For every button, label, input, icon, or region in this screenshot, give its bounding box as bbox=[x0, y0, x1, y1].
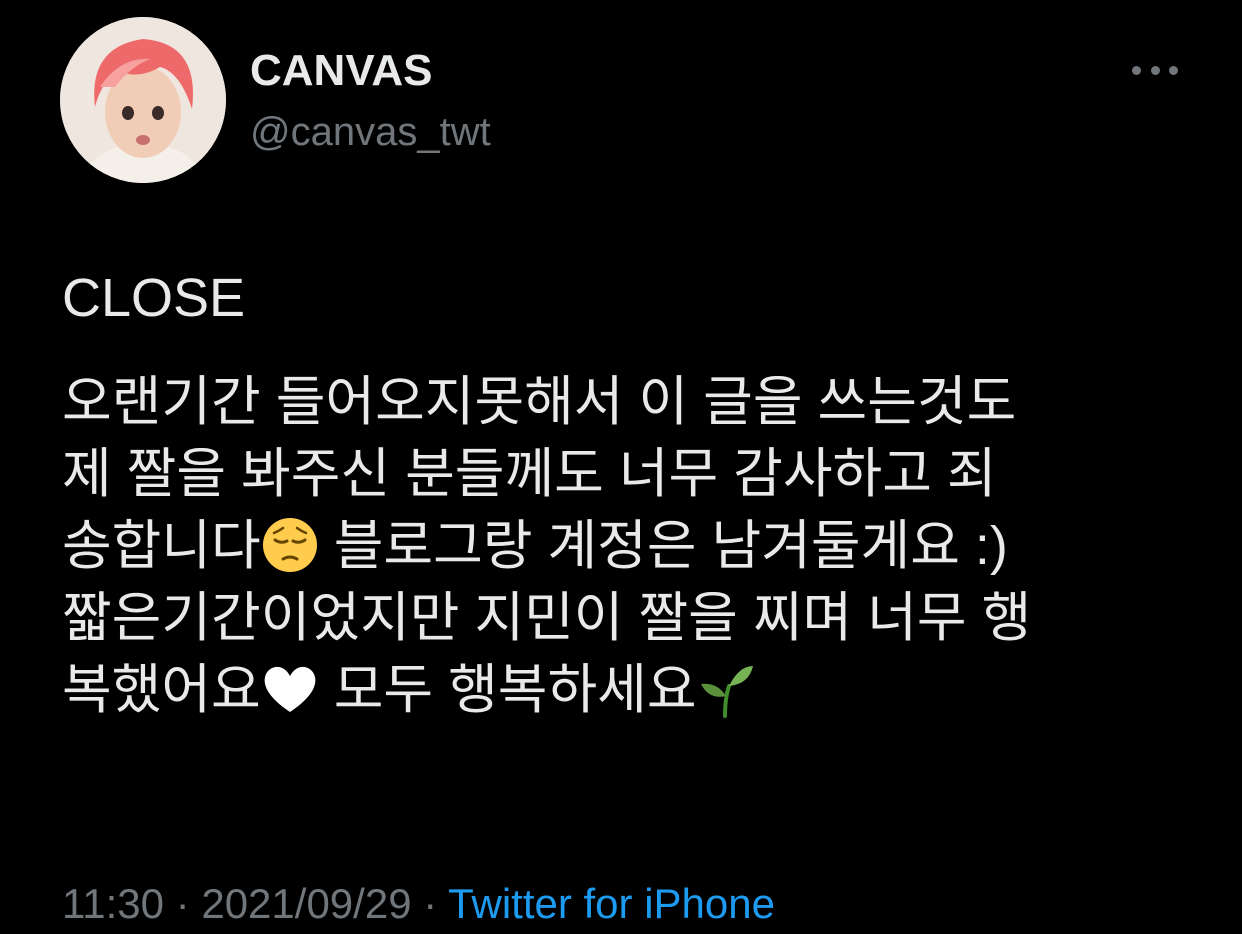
separator: · bbox=[423, 880, 438, 927]
separator: · bbox=[175, 880, 190, 927]
more-options-icon[interactable] bbox=[1132, 60, 1178, 80]
seedling-emoji bbox=[697, 660, 755, 736]
tweet-time[interactable]: 11:30 bbox=[62, 880, 164, 927]
tweet-line: 짧은기간이었지만 지민이 짤을 찌며 너무 행 bbox=[62, 588, 1032, 648]
tweet-line: CLOSE bbox=[62, 268, 246, 328]
pensive-face-emoji bbox=[261, 516, 319, 592]
tweet-date[interactable]: 2021/09/29 bbox=[201, 880, 411, 927]
tweet-text-fragment: 모두 행복하세요 bbox=[333, 660, 697, 720]
profile-photo bbox=[60, 17, 226, 183]
dot bbox=[1150, 65, 1160, 75]
tweet-line: 송합니다 블로그랑 계정은 남겨둘게요 :) bbox=[62, 510, 1212, 582]
dot bbox=[1132, 65, 1141, 75]
tweet-source-link[interactable]: Twitter for iPhone bbox=[448, 880, 775, 927]
avatar[interactable] bbox=[60, 17, 226, 183]
tweet-meta: 11:30 · 2021/09/29 · Twitter for iPhone bbox=[62, 880, 775, 928]
tweet-line: 복했어요 모두 행복하세요 bbox=[62, 654, 1212, 726]
user-handle[interactable]: @canvas_twt bbox=[250, 110, 491, 155]
tweet-text-fragment: 복했어요 bbox=[62, 660, 261, 720]
tweet-text: CLOSE 오랜기간 들어오지못해서 이 글을 쓰는것도 제 짤을 봐주신 분들… bbox=[62, 262, 1212, 726]
tweet-text-fragment: 송합니다 bbox=[62, 516, 261, 576]
tweet-line: 제 짤을 봐주신 분들께도 너무 감사하고 죄 bbox=[62, 444, 997, 504]
tweet-text-fragment: 블로그랑 계정은 남겨둘게요 :) bbox=[333, 516, 1008, 576]
display-name[interactable]: CANVAS bbox=[250, 46, 433, 96]
tweet-line: 오랜기간 들어오지못해서 이 글을 쓰는것도 bbox=[62, 372, 1017, 432]
dot bbox=[1169, 65, 1178, 75]
white-heart-emoji bbox=[261, 660, 319, 736]
